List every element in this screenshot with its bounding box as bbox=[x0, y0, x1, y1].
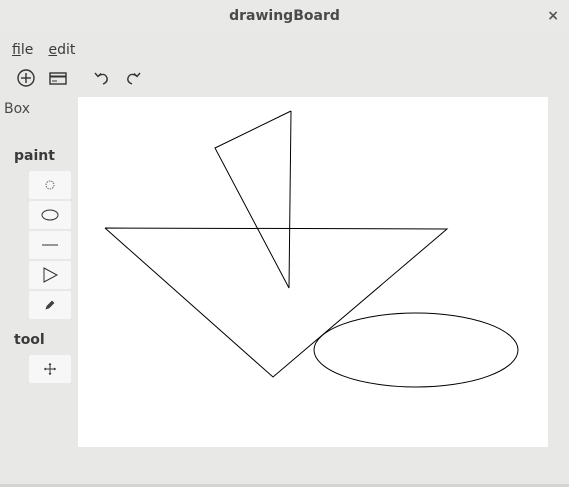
drawn-triangle-tall bbox=[214, 110, 292, 289]
menu-file-label: ile bbox=[20, 42, 34, 58]
menu-file-mnemonic: f bbox=[12, 42, 21, 58]
pencil-icon bbox=[45, 300, 55, 310]
box-label: Box bbox=[4, 101, 31, 117]
line-icon bbox=[42, 244, 58, 246]
drawn-ellipse bbox=[313, 312, 519, 388]
drawing-surface bbox=[104, 110, 519, 388]
redo-icon bbox=[127, 72, 141, 85]
drawing-canvas[interactable] bbox=[78, 97, 548, 447]
redo-button[interactable] bbox=[121, 66, 145, 90]
new-button[interactable] bbox=[14, 66, 38, 90]
lasso-icon bbox=[45, 180, 55, 190]
move-tool-button[interactable] bbox=[29, 355, 71, 383]
close-button[interactable]: × bbox=[547, 7, 559, 25]
menu-edit[interactable]: edit bbox=[48, 42, 75, 58]
tool-section-label: tool bbox=[14, 332, 45, 348]
menu-edit-mnemonic: e bbox=[48, 42, 58, 58]
ellipse-icon bbox=[41, 209, 59, 221]
pencil-tool-button[interactable] bbox=[29, 291, 71, 319]
triangle-tool-button[interactable] bbox=[29, 261, 71, 289]
menu-file[interactable]: file bbox=[12, 42, 33, 58]
lasso-tool-button[interactable] bbox=[29, 171, 71, 199]
undo-icon bbox=[94, 72, 108, 85]
move-icon bbox=[44, 363, 56, 375]
line-tool-button[interactable] bbox=[29, 231, 71, 259]
window-title: drawingBoard bbox=[229, 8, 340, 24]
title-bar: drawingBoard × bbox=[0, 0, 569, 33]
card-icon bbox=[49, 72, 67, 85]
open-button[interactable] bbox=[46, 66, 70, 90]
menu-bar: file edit bbox=[12, 39, 85, 59]
drawn-triangle-wide bbox=[104, 227, 449, 378]
add-circle-icon bbox=[17, 69, 35, 87]
triangle-icon bbox=[43, 267, 59, 283]
paint-section-label: paint bbox=[14, 148, 55, 164]
undo-button[interactable] bbox=[90, 66, 114, 90]
ellipse-tool-button[interactable] bbox=[29, 201, 71, 229]
menu-edit-label: dit bbox=[57, 42, 76, 58]
